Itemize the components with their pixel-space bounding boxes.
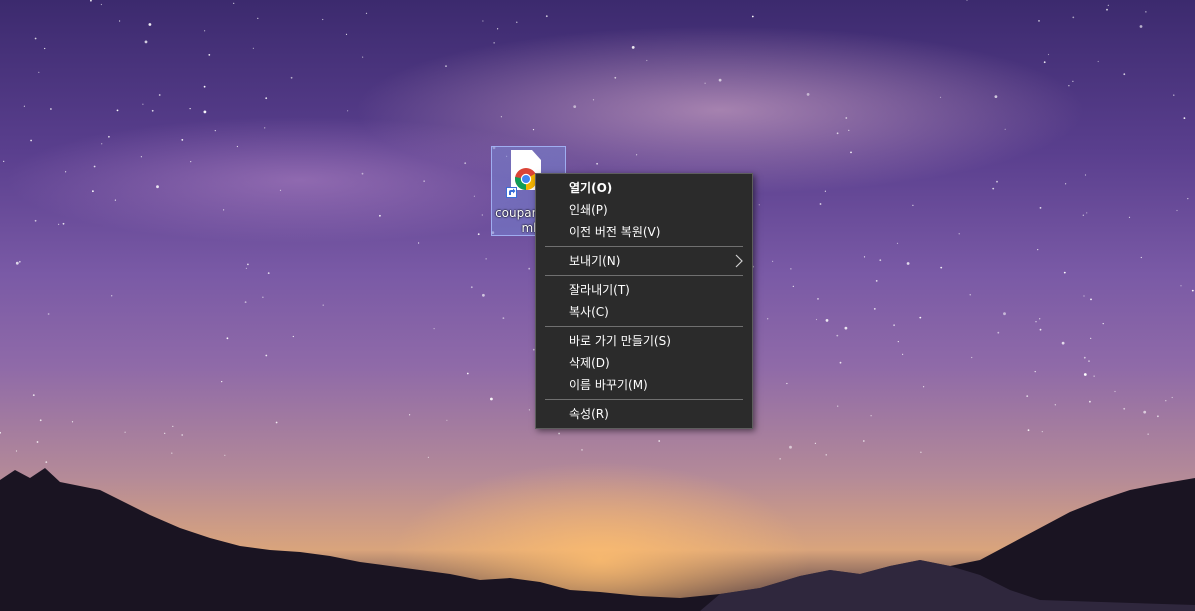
menu-separator (545, 275, 743, 276)
menu-separator (545, 326, 743, 327)
desktop[interactable]: coupang.html 열기(O) 인쇄(P) 이전 버전 복원(V) 보내기… (0, 0, 1195, 611)
menu-item-cut[interactable]: 잘라내기(T) (536, 279, 752, 301)
shortcut-arrow-icon (506, 187, 517, 198)
chevron-right-icon (735, 254, 743, 268)
menu-item-print[interactable]: 인쇄(P) (536, 199, 752, 221)
menu-item-open[interactable]: 열기(O) (536, 177, 752, 199)
menu-item-properties[interactable]: 속성(R) (536, 403, 752, 425)
menu-item-create-shortcut[interactable]: 바로 가기 만들기(S) (536, 330, 752, 352)
menu-item-restore-previous-versions[interactable]: 이전 버전 복원(V) (536, 221, 752, 243)
menu-item-rename[interactable]: 이름 바꾸기(M) (536, 374, 752, 396)
menu-item-send-to-label: 보내기(N) (569, 254, 621, 268)
menu-item-send-to[interactable]: 보내기(N) (536, 250, 752, 272)
menu-separator (545, 399, 743, 400)
menu-item-copy[interactable]: 복사(C) (536, 301, 752, 323)
menu-item-delete[interactable]: 삭제(D) (536, 352, 752, 374)
menu-separator (545, 246, 743, 247)
context-menu: 열기(O) 인쇄(P) 이전 버전 복원(V) 보내기(N) 잘라내기(T) 복… (535, 173, 753, 429)
